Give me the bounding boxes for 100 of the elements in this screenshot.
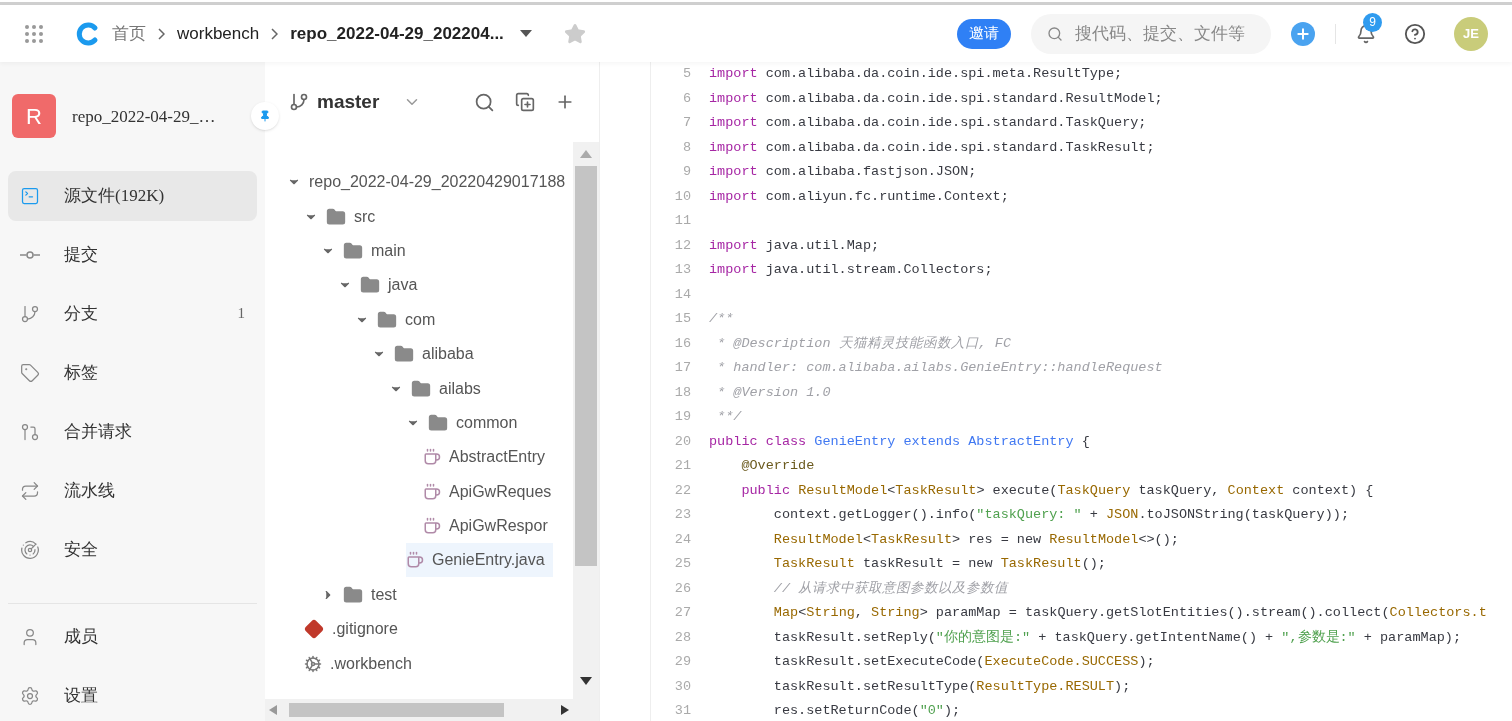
line-number: 10 xyxy=(673,187,691,206)
code-line: **/ xyxy=(716,408,742,426)
line-number: 31 xyxy=(673,702,691,720)
code-line: res.setReturnCode("0"); xyxy=(772,702,961,720)
pin-button[interactable] xyxy=(251,102,279,130)
vertical-scrollbar[interactable] xyxy=(573,142,599,721)
scroll-left-icon[interactable] xyxy=(269,705,277,715)
tree-item[interactable]: repo_2022-04-29_20220429017188 xyxy=(287,165,573,200)
dropdown-caret-icon[interactable] xyxy=(519,29,532,38)
merge-request-icon xyxy=(20,421,40,442)
nav-item[interactable]: 合并请求 xyxy=(8,406,257,457)
nav-label: 分支 xyxy=(64,302,99,325)
line-number: 20 xyxy=(673,432,691,451)
chevron-icon xyxy=(271,27,279,40)
tree-item[interactable]: alibaba xyxy=(372,337,482,372)
nav-item[interactable]: 成员 xyxy=(8,612,257,662)
folder-icon xyxy=(360,275,380,296)
nav-item[interactable]: 标签 xyxy=(8,347,257,398)
code-line: /** xyxy=(709,310,734,328)
nav-label: 提交 xyxy=(64,243,99,266)
coffee-cup-icon xyxy=(423,517,441,536)
nav-item[interactable]: 安全 xyxy=(8,524,257,575)
line-number: 9 xyxy=(681,163,691,181)
code-line: import com.alibaba.da.coin.ide.spi.meta.ResultType; xyxy=(709,65,1123,83)
line-number: 29 xyxy=(673,653,691,671)
tree-item[interactable]: ApiGwReques xyxy=(423,474,560,509)
line-number: 24 xyxy=(673,530,691,549)
code-line: TaskResult taskResult = new TaskResult(); xyxy=(772,555,1106,573)
tree-item[interactable]: test xyxy=(321,577,405,612)
line-number: 7 xyxy=(681,114,691,132)
code-line: taskResult.setReply("你的意图是:" + taskQuery.getIntentName() + ",参数是:" + paramMap); xyxy=(772,628,1462,647)
code-line: public class GenieEntry extends AbstractEntry { xyxy=(709,432,1090,451)
repo-name: repo_2022-04-29_… xyxy=(72,105,216,128)
plus-icon xyxy=(1295,25,1311,42)
code-line: Map<String, String> paramMap = taskQuery.getSlotEntities().stream().collect(Collectors.t xyxy=(772,604,1487,622)
coffee-cup-icon xyxy=(406,551,424,570)
scroll-down-icon[interactable] xyxy=(580,677,592,685)
code-line: import com.alibaba.da.coin.ide.spi.standard.ResultModel; xyxy=(709,89,1163,108)
radar-icon xyxy=(20,539,40,560)
code-line: * handler: com.alibaba.ailabs.GenieEntry::handleRequest xyxy=(716,359,1163,377)
nav-item[interactable]: 流水线 xyxy=(8,465,257,516)
nav-item[interactable]: 源文件(192K) xyxy=(8,170,257,221)
line-number: 25 xyxy=(673,555,691,573)
nav-item[interactable]: 提交 xyxy=(8,229,257,280)
help-icon[interactable] xyxy=(1404,22,1426,45)
breadcrumb-link[interactable]: workbench xyxy=(177,20,260,47)
tree-item[interactable]: src xyxy=(304,199,384,234)
add-button[interactable] xyxy=(1291,21,1315,46)
tree-item[interactable]: .workbench xyxy=(304,646,420,681)
tag-icon xyxy=(20,362,40,383)
horizontal-scrollbar[interactable] xyxy=(265,699,573,721)
copy-icon[interactable] xyxy=(515,92,535,112)
scroll-up-icon[interactable] xyxy=(580,150,592,158)
pipeline-icon xyxy=(20,480,40,501)
invite-button[interactable]: 邀请 xyxy=(957,18,1011,49)
chevron-icon xyxy=(158,27,165,40)
line-number: 19 xyxy=(673,408,691,426)
repo-avatar: R xyxy=(12,94,56,139)
code-line: import java.util.Map; xyxy=(709,236,880,255)
line-number: 8 xyxy=(681,138,691,157)
logo-icon[interactable] xyxy=(76,21,100,46)
tree-item[interactable]: .gitignore xyxy=(304,612,406,647)
tree-item[interactable]: common xyxy=(406,405,526,440)
code-line: context.getLogger().info("taskQuery: " + JSON.toJSONString(taskQuery)); xyxy=(772,506,1350,524)
tree-item[interactable]: java xyxy=(338,268,426,303)
folder-icon xyxy=(326,206,346,227)
code-line: import java.util.stream.Collectors; xyxy=(709,261,993,279)
line-number: 11 xyxy=(673,212,691,230)
breadcrumb-link[interactable]: 首页 xyxy=(112,20,146,47)
tree-item[interactable]: ailabs xyxy=(389,371,489,406)
star-icon[interactable] xyxy=(563,22,586,45)
tree-item[interactable]: ApiGwRespor xyxy=(423,509,556,544)
line-number: 28 xyxy=(673,628,691,647)
code-line: * @Version 1.0 xyxy=(716,383,831,402)
branch-selector[interactable]: master xyxy=(317,87,380,117)
code-line: @Override xyxy=(740,457,815,475)
scroll-right-icon[interactable] xyxy=(561,705,569,715)
nav-item[interactable]: 设置 xyxy=(8,671,257,721)
tree-item[interactable]: main xyxy=(321,233,414,268)
code-line: taskResult.setResultType(ResultType.RESULT); xyxy=(772,677,1131,696)
search-field[interactable]: 搜代码、提交、文件等 xyxy=(1031,13,1271,54)
code-line: public ResultModel<TaskResult> execute(TaskQuery taskQuery, Context context) { xyxy=(740,481,1374,500)
code-line: import com.alibaba.da.coin.ide.spi.standard.TaskResult; xyxy=(709,138,1155,157)
line-number: 6 xyxy=(681,89,691,108)
line-number: 22 xyxy=(673,481,691,500)
apps-grid-icon[interactable] xyxy=(24,23,44,44)
tree-item[interactable]: GenieEntry.java xyxy=(406,543,553,578)
tree-item[interactable]: com xyxy=(355,302,444,337)
nav-label: 流水线 xyxy=(64,479,116,502)
line-number: 17 xyxy=(673,359,691,377)
search-icon[interactable] xyxy=(474,91,495,113)
line-number: 21 xyxy=(673,457,691,475)
folder-icon xyxy=(377,309,397,330)
code-line: ResultModel<TaskResult> res = new ResultModel<>(); xyxy=(772,530,1179,549)
tree-item[interactable]: AbstractEntry xyxy=(423,440,554,475)
breadcrumb-link[interactable]: repo_2022-04-29_202204... xyxy=(290,20,504,47)
coffee-cup-icon xyxy=(423,448,441,467)
code-line: import com.alibaba.da.coin.ide.spi.standard.TaskQuery; xyxy=(709,114,1147,132)
nav-item[interactable]: 分支 1 xyxy=(8,288,257,339)
search-input[interactable]: 搜代码、提交、文件等 xyxy=(1075,20,1255,47)
